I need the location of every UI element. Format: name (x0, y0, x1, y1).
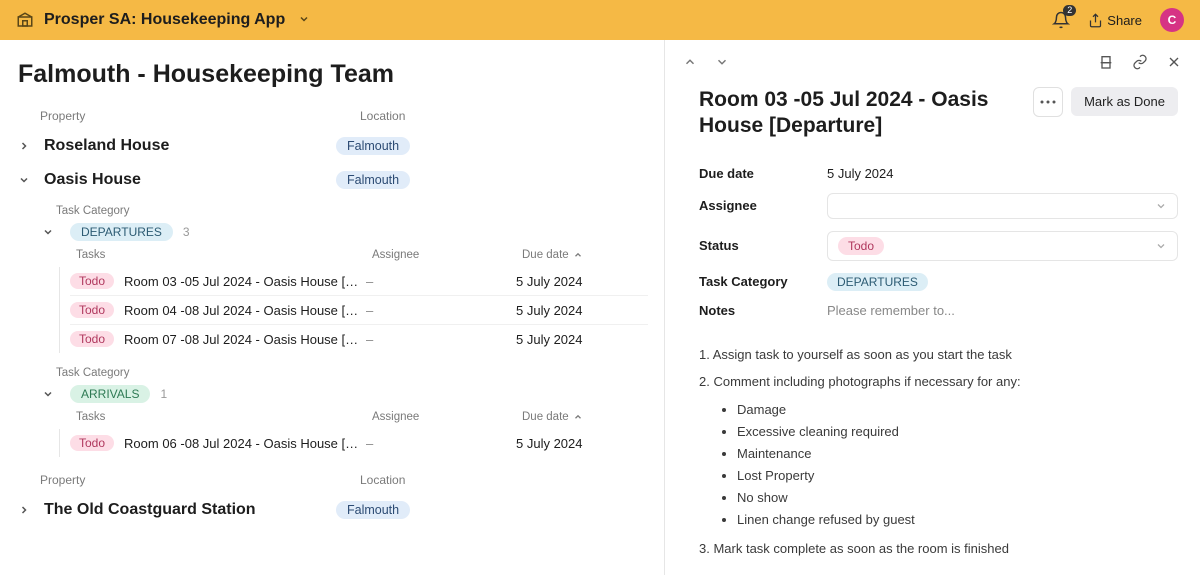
col-location: Location (360, 109, 560, 123)
col-location: Location (360, 473, 560, 487)
chevron-down-icon[interactable] (36, 226, 60, 238)
task-title: Room 06 -08 Jul 2024 - Oasis House [Arri… (124, 436, 366, 451)
category-count: 3 (183, 225, 190, 239)
location-chip: Falmouth (336, 501, 410, 519)
task-list-pane: Falmouth - Housekeeping Team Property Lo… (0, 40, 665, 575)
col-property: Property (40, 473, 360, 487)
task-assignee: – (366, 303, 516, 318)
chevron-down-icon (1155, 240, 1167, 252)
status-chip: Todo (70, 331, 114, 347)
mark-as-done-button[interactable]: Mark as Done (1071, 87, 1178, 116)
col-property: Property (40, 109, 360, 123)
sort-asc-icon[interactable] (573, 250, 583, 260)
property-row-coastguard[interactable]: The Old Coastguard Station Falmouth (16, 493, 648, 527)
note-bullet: Maintenance (737, 443, 1178, 465)
col-assignee: Assignee (372, 249, 522, 261)
page-title: Falmouth - Housekeeping Team (16, 60, 648, 107)
notes-placeholder[interactable]: Please remember to... (827, 303, 1178, 318)
property-name: Roseland House (44, 137, 169, 155)
task-category-label: Task Category (36, 205, 648, 217)
col-due-date: Due date (522, 411, 569, 423)
print-icon[interactable] (1098, 54, 1114, 73)
top-bar: Prosper SA: Housekeeping App 2 Share C (0, 0, 1200, 40)
task-due-date: 5 July 2024 (516, 436, 648, 451)
task-assignee: – (366, 274, 516, 289)
task-assignee: – (366, 332, 516, 347)
close-icon[interactable] (1166, 54, 1182, 73)
property-name: Oasis House (44, 171, 141, 189)
notification-badge: 2 (1063, 5, 1076, 16)
notes-label: Notes (699, 303, 827, 318)
workspace-title[interactable]: Prosper SA: Housekeeping App (44, 11, 285, 29)
category-count: 1 (160, 387, 167, 401)
location-chip: Falmouth (336, 171, 410, 189)
status-chip: Todo (70, 302, 114, 318)
chevron-down-icon (1155, 200, 1167, 212)
notifications-button[interactable]: 2 (1052, 11, 1070, 29)
category-row-departures[interactable]: DEPARTURES 3 (36, 223, 648, 241)
note-bullet: Linen change refused by guest (737, 509, 1178, 531)
task-title: Room 04 -08 Jul 2024 - Oasis House [Depa… (124, 303, 366, 318)
chevron-down-icon[interactable] (16, 174, 32, 186)
category-chip-departures: DEPARTURES (70, 223, 173, 241)
status-value: Todo (838, 237, 884, 255)
note-bullet: No show (737, 487, 1178, 509)
share-label: Share (1107, 13, 1142, 28)
property-name: The Old Coastguard Station (44, 501, 256, 519)
sort-asc-icon[interactable] (573, 412, 583, 422)
note-step-3: 3. Mark task complete as soon as the roo… (699, 539, 1178, 559)
task-row[interactable]: Todo Room 04 -08 Jul 2024 - Oasis House [… (70, 296, 648, 325)
chevron-right-icon[interactable] (16, 140, 32, 152)
task-due-date: 5 July 2024 (516, 274, 648, 289)
avatar[interactable]: C (1160, 8, 1184, 32)
col-due-date: Due date (522, 249, 569, 261)
col-tasks: Tasks (76, 411, 372, 423)
task-row[interactable]: Todo Room 03 -05 Jul 2024 - Oasis House [… (70, 267, 648, 296)
task-title: Room 07 -08 Jul 2024 - Oasis House [Depa… (124, 332, 366, 347)
status-label: Status (699, 238, 827, 253)
category-label: Task Category (699, 274, 827, 289)
share-button[interactable]: Share (1088, 13, 1142, 28)
collapse-up-icon[interactable] (683, 55, 697, 72)
notes-body[interactable]: 1. Assign task to yourself as soon as yo… (665, 334, 1200, 575)
col-assignee: Assignee (372, 411, 522, 423)
task-due-date: 5 July 2024 (516, 303, 648, 318)
col-tasks: Tasks (76, 249, 372, 261)
chevron-down-icon[interactable] (36, 388, 60, 400)
task-title: Room 03 -05 Jul 2024 - Oasis House [Depa… (124, 274, 366, 289)
assignee-select[interactable] (827, 193, 1178, 219)
link-icon[interactable] (1132, 54, 1148, 73)
status-chip: Todo (70, 435, 114, 451)
task-assignee: – (366, 436, 516, 451)
task-detail-pane: Room 03 -05 Jul 2024 - Oasis House [Depa… (665, 40, 1200, 575)
workspace-icon (16, 11, 34, 29)
more-button[interactable] (1033, 87, 1063, 117)
chevron-down-icon[interactable] (298, 12, 310, 28)
due-date-value[interactable]: 5 July 2024 (827, 166, 1178, 181)
note-step-1: 1. Assign task to yourself as soon as yo… (699, 345, 1178, 365)
task-category-label: Task Category (36, 367, 648, 379)
category-value[interactable]: DEPARTURES (827, 273, 928, 291)
note-bullet: Damage (737, 399, 1178, 421)
task-row[interactable]: Todo Room 06 -08 Jul 2024 - Oasis House [… (70, 429, 648, 457)
status-chip: Todo (70, 273, 114, 289)
status-select[interactable]: Todo (827, 231, 1178, 261)
due-date-label: Due date (699, 166, 827, 181)
note-bullet: Excessive cleaning required (737, 421, 1178, 443)
note-bullet: Lost Property (737, 465, 1178, 487)
property-row-roseland[interactable]: Roseland House Falmouth (16, 129, 648, 163)
assignee-label: Assignee (699, 198, 827, 213)
location-chip: Falmouth (336, 137, 410, 155)
category-row-arrivals[interactable]: ARRIVALS 1 (36, 385, 648, 403)
collapse-down-icon[interactable] (715, 55, 729, 72)
category-chip-arrivals: ARRIVALS (70, 385, 150, 403)
task-row[interactable]: Todo Room 07 -08 Jul 2024 - Oasis House [… (70, 325, 648, 353)
note-step-2: 2. Comment including photographs if nece… (699, 372, 1178, 392)
task-due-date: 5 July 2024 (516, 332, 648, 347)
task-detail-title: Room 03 -05 Jul 2024 - Oasis House [Depa… (699, 87, 1021, 140)
property-row-oasis[interactable]: Oasis House Falmouth (16, 163, 648, 197)
chevron-right-icon[interactable] (16, 504, 32, 516)
